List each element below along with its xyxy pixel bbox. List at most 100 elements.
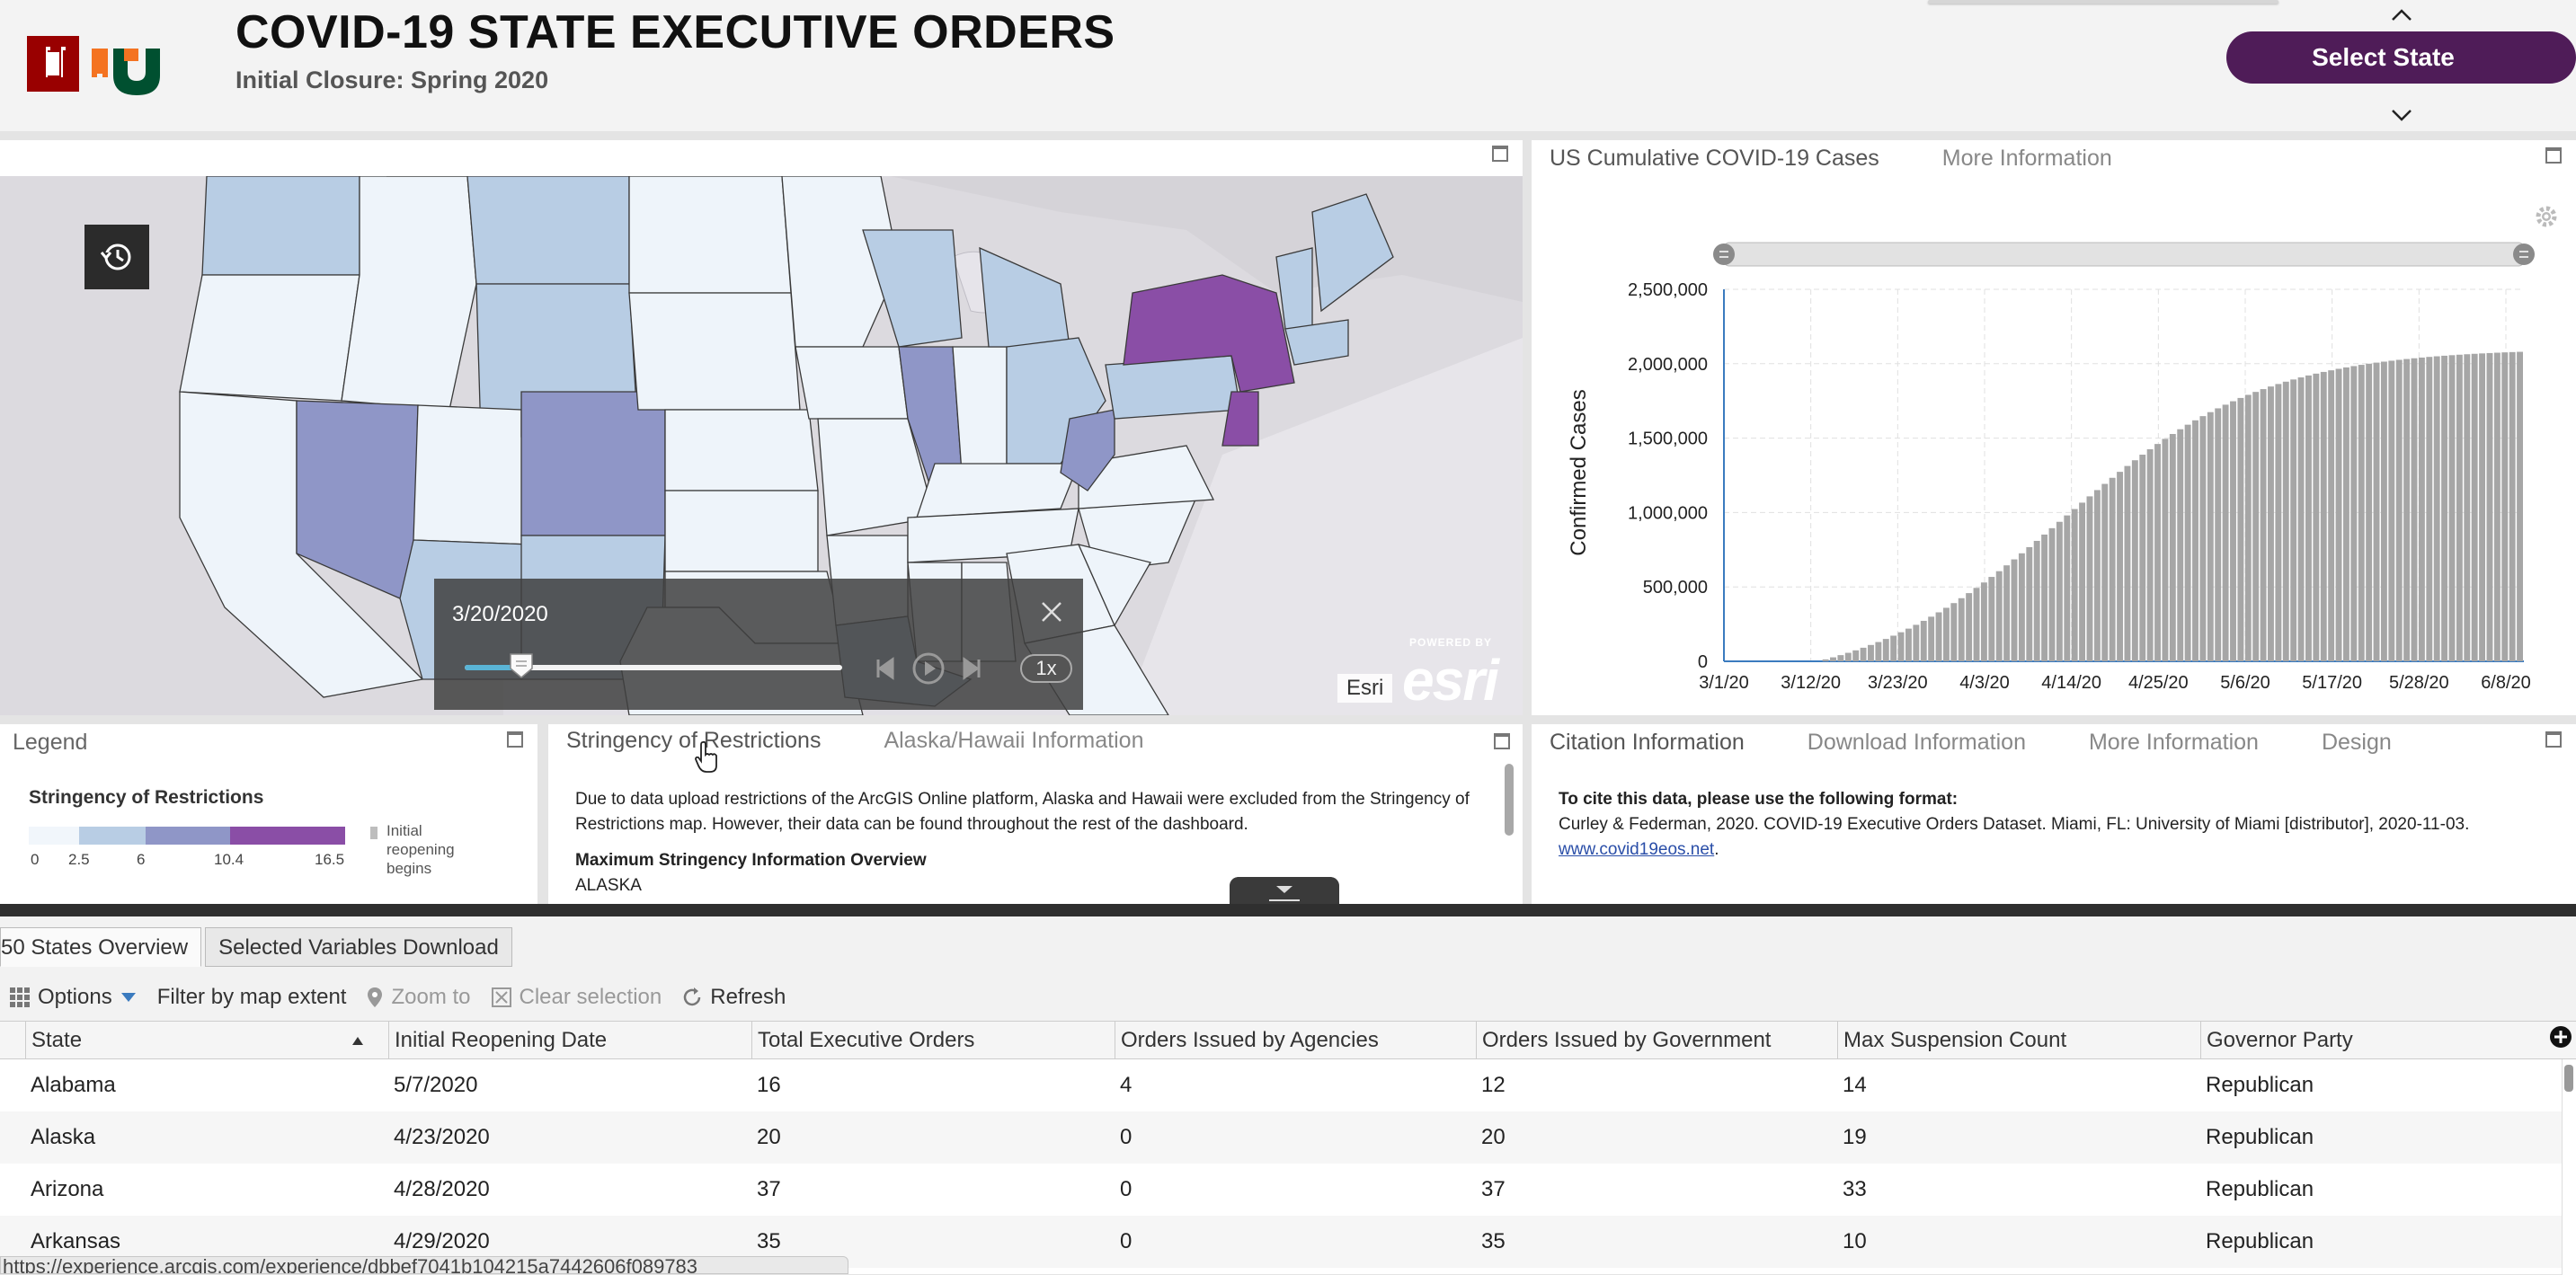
time-slider-thumb[interactable] [509,652,534,679]
chart-bar[interactable] [2237,397,2244,661]
chart-bar[interactable] [2215,408,2222,661]
tab-more-information[interactable]: More Information [2089,730,2259,756]
tab-design[interactable]: Design [2322,730,2392,756]
chart-bar[interactable] [2230,401,2236,661]
chart-bar[interactable] [2418,357,2425,661]
chart-bar[interactable] [2041,534,2048,661]
grid-scrollbar[interactable] [2562,1059,2576,1275]
chart-bar[interactable] [2252,392,2260,661]
chart-bar[interactable] [1822,659,1829,661]
chart-bar[interactable] [2486,352,2493,661]
chart-bar[interactable] [2268,386,2274,661]
chart-bar[interactable] [1980,582,1987,661]
map-attribution[interactable]: Esri [1337,674,1393,703]
chart-bar[interactable] [2139,455,2146,661]
table-row[interactable]: Arizona 4/28/2020 37 0 37 33 Republican [0,1164,2562,1216]
tab-alaska-hawaii[interactable]: Alaska/Hawaii Information [884,728,1143,754]
options-menu[interactable]: Options [9,985,138,1010]
chart-bar[interactable] [2026,546,2033,661]
chart-bar[interactable] [2222,404,2229,661]
collapse-panel-button[interactable] [1230,877,1339,908]
chart-bar[interactable] [1973,588,1980,661]
chart-bar[interactable] [2079,502,2086,661]
chart-bar[interactable] [1942,607,1950,661]
table-row[interactable]: Alaska 4/23/2020 20 0 20 19 Republican [0,1111,2562,1164]
chart-bar[interactable] [2048,527,2056,661]
close-icon[interactable] [1040,600,1063,624]
chart-bar[interactable] [2479,353,2486,661]
column-header-max-suspension[interactable]: Max Suspension Count [1837,1022,2200,1059]
refresh-button[interactable]: Refresh [681,985,786,1010]
filter-by-map-extent-button[interactable]: Filter by map extent [157,985,347,1010]
tab-download-information[interactable]: Download Information [1808,730,2026,756]
chart-bar[interactable] [1920,620,1927,661]
chart-bar[interactable] [2124,465,2131,661]
maximize-icon[interactable] [1492,146,1508,162]
chart-bar[interactable] [2003,565,2011,661]
chart-bar[interactable] [2426,357,2433,661]
chart-bar[interactable] [2154,444,2161,661]
chart-bar[interactable] [2018,553,2025,661]
chevron-down-icon[interactable] [2391,108,2412,122]
column-header-governor-party[interactable]: Governor Party [2200,1022,2562,1059]
play-icon[interactable] [910,651,946,686]
chart-bar[interactable] [2199,416,2207,661]
chart-bar[interactable] [2169,433,2176,661]
maximize-icon[interactable] [1494,733,1510,749]
chart-bar[interactable] [1966,593,1973,661]
chart-bar[interactable] [2313,373,2320,661]
chart-bar[interactable] [2146,448,2154,661]
chart-bar[interactable] [2131,460,2138,661]
tab-selected-variables-download[interactable]: Selected Variables Download [205,927,512,967]
chart-bar[interactable] [2380,361,2387,661]
table-row[interactable]: Alabama 5/7/2020 16 4 12 14 Republican [0,1059,2562,1111]
chart-bar[interactable] [2366,363,2373,661]
chart-bar[interactable] [2501,352,2509,661]
chart-bar[interactable] [2517,351,2523,661]
chart-bar[interactable] [2342,367,2349,661]
chart-bar[interactable] [1905,628,1912,661]
column-header-state[interactable]: State [25,1022,388,1059]
chart-bar[interactable] [1837,655,1844,661]
citation-link[interactable]: www.covid19eos.net [1559,840,1714,859]
add-column-icon[interactable] [2549,1025,2572,1049]
chart-bar[interactable] [1913,624,1920,661]
scroller-left-handle[interactable] [1713,243,1735,265]
history-button[interactable] [84,225,149,289]
chart-bar[interactable] [2056,521,2063,661]
cases-bar-chart[interactable]: 2,500,000 2,000,000 1,500,000 1,000,000 500,… [1532,140,2576,715]
time-slider-widget[interactable]: 3/20/2020 1x [434,579,1083,710]
chart-bar[interactable] [2328,370,2335,661]
chart-bar[interactable] [2033,540,2040,661]
zoom-to-button[interactable]: Zoom to [366,985,471,1010]
chart-bar[interactable] [2493,352,2500,661]
chart-bar[interactable] [1935,612,1942,661]
chart-bar[interactable] [2350,366,2358,661]
sort-ascending-icon[interactable] [351,1035,365,1046]
chart-bar[interactable] [2388,360,2395,661]
chart-bar[interactable] [2403,359,2411,661]
chart-bar[interactable] [1897,632,1905,661]
chart-bar[interactable] [1852,650,1860,661]
chart-bar[interactable] [1988,577,1995,661]
chart-bar[interactable] [2305,375,2312,661]
scroller-right-handle[interactable] [2513,243,2535,265]
clear-selection-button[interactable]: Clear selection [491,985,662,1010]
chart-bar[interactable] [2177,429,2184,661]
chart-bar[interactable] [2335,368,2342,661]
chart-bar[interactable] [2207,412,2214,661]
column-header-agency-orders[interactable]: Orders Issued by Agencies [1115,1022,1476,1059]
chart-bar[interactable] [2464,354,2471,661]
chart-bar[interactable] [1995,571,2003,661]
chart-bar[interactable] [1882,639,1889,661]
tab-citation-information[interactable]: Citation Information [1550,730,1745,756]
chart-bar[interactable] [2093,490,2101,661]
chart-bar[interactable] [2282,381,2289,661]
chart-bar[interactable] [2275,384,2282,661]
chart-bar[interactable] [2101,483,2109,661]
playback-speed-button[interactable]: 1x [1020,654,1072,683]
chart-bar[interactable] [2297,377,2305,661]
chart-bar[interactable] [2441,355,2448,661]
chart-bar[interactable] [2471,353,2478,661]
chart-bar[interactable] [2373,362,2380,661]
